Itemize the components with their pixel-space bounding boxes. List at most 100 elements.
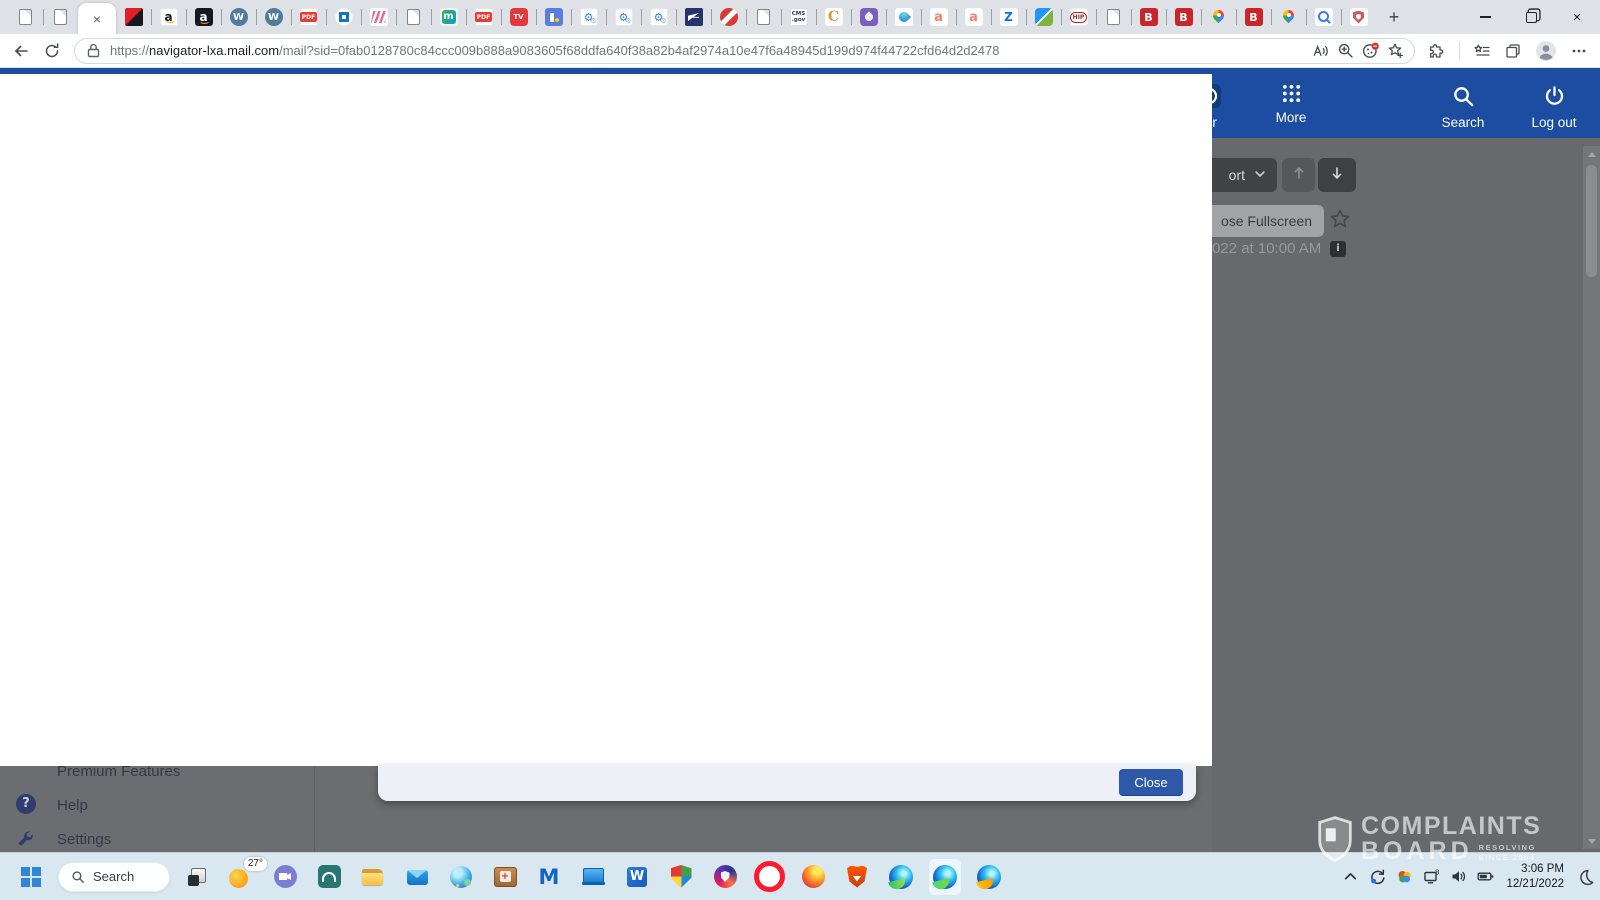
browser-tab[interactable] [396, 0, 431, 34]
taskbar-avg[interactable] [664, 858, 698, 896]
taskbar-search[interactable]: Search [58, 862, 170, 892]
taskbar-task-view[interactable] [180, 858, 214, 896]
browser-tab[interactable] [1061, 0, 1096, 34]
browser-tab[interactable] [431, 0, 466, 34]
browser-tab[interactable] [186, 0, 221, 34]
back-icon[interactable] [12, 42, 30, 60]
taskbar-edge[interactable] [928, 858, 962, 896]
zoom-icon[interactable] [1337, 42, 1354, 59]
sidebar-item-settings[interactable]: Settings [57, 831, 111, 848]
browser-tab[interactable] [326, 0, 361, 34]
taskbar-teams[interactable] [268, 858, 302, 896]
page-scrollbar[interactable] [1583, 146, 1600, 849]
profile-avatar[interactable] [1535, 40, 1557, 62]
browser-tab-active[interactable]: × [78, 3, 116, 34]
browser-tab[interactable] [1096, 0, 1131, 34]
taskbar-medkit-game[interactable] [488, 858, 522, 896]
browser-tab[interactable] [641, 0, 676, 34]
taskbar-file-explorer[interactable] [356, 858, 390, 896]
browser-tab[interactable] [8, 0, 43, 34]
browser-tab[interactable] [956, 0, 991, 34]
taskbar-privacy-browser[interactable] [708, 858, 742, 896]
url-text[interactable]: https://navigator-lxa.mail.com/mail?sid=… [110, 43, 1304, 58]
taskbar-start[interactable] [14, 858, 48, 896]
browser-tab[interactable] [921, 0, 956, 34]
tray-sync-icon[interactable] [1368, 868, 1386, 886]
browser-tab[interactable] [571, 0, 606, 34]
sort-button[interactable]: ort [1212, 158, 1277, 192]
browser-tab[interactable] [816, 0, 851, 34]
nav-item-search[interactable]: Search [1428, 82, 1498, 130]
browser-tab[interactable] [221, 0, 256, 34]
move-down-button[interactable] [1318, 158, 1356, 192]
taskbar-edge-beta[interactable] [884, 858, 918, 896]
browser-tab[interactable] [851, 0, 886, 34]
tab-close-icon[interactable]: × [93, 12, 101, 26]
nav-item-logout[interactable]: Log out [1519, 82, 1589, 130]
star-icon[interactable] [1328, 207, 1352, 231]
tray-speaker-icon[interactable] [1449, 868, 1467, 886]
browser-tab[interactable] [1026, 0, 1061, 34]
add-favorite-icon[interactable] [1387, 42, 1404, 59]
cookie-blocked-icon[interactable] [1362, 42, 1379, 59]
sidebar-item-premium-features[interactable]: Premium Features [57, 766, 180, 780]
close-window-button[interactable]: × [1554, 0, 1600, 34]
nav-item-more[interactable]: More [1256, 82, 1326, 125]
taskbar-firefox[interactable] [796, 858, 830, 896]
taskbar-opera[interactable] [752, 858, 786, 896]
favorites-icon[interactable] [1473, 42, 1491, 60]
browser-tab[interactable] [1306, 0, 1341, 34]
browser-tab[interactable] [256, 0, 291, 34]
moon-icon[interactable] [1576, 867, 1596, 887]
taskbar-podcast-teal[interactable] [312, 858, 346, 896]
tray-cast-icon[interactable]: 8 [1422, 868, 1440, 886]
browser-tab[interactable] [1236, 0, 1271, 34]
browser-tab[interactable] [746, 0, 781, 34]
scrollbar-down-icon[interactable] [1583, 833, 1600, 849]
lock-icon[interactable] [85, 42, 102, 59]
restore-button[interactable] [1508, 0, 1554, 34]
read-aloud-icon[interactable] [1312, 42, 1329, 59]
browser-tab[interactable] [1166, 0, 1201, 34]
browser-tab[interactable] [1131, 0, 1166, 34]
address-bar[interactable]: https://navigator-lxa.mail.com/mail?sid=… [74, 38, 1415, 64]
sidebar-item-help[interactable]: Help [57, 797, 88, 814]
browser-tab[interactable] [501, 0, 536, 34]
taskbar-clock[interactable]: 3:06 PM 12/21/2022 [1506, 862, 1564, 891]
collections-icon[interactable] [1504, 42, 1522, 60]
browser-tab[interactable] [361, 0, 396, 34]
taskbar-malwarebytes[interactable] [532, 858, 566, 896]
browser-tab[interactable] [991, 0, 1026, 34]
extensions-icon[interactable] [1428, 42, 1446, 60]
move-up-button[interactable] [1282, 158, 1315, 192]
close-fullscreen-button[interactable]: ose Fullscreen [1212, 205, 1324, 237]
taskbar-edge-canary[interactable] [972, 858, 1006, 896]
close-button[interactable]: Close [1119, 769, 1183, 795]
taskbar-paint-3d[interactable] [444, 858, 478, 896]
browser-tab[interactable] [711, 0, 746, 34]
browser-tab[interactable] [1341, 0, 1376, 34]
browser-tab[interactable] [781, 0, 816, 34]
settings-menu-icon[interactable] [1570, 42, 1588, 60]
tray-chevron-up-icon[interactable] [1341, 868, 1359, 886]
taskbar-weather[interactable]: 27° [224, 858, 258, 896]
tray-battery-icon[interactable] [1476, 868, 1494, 886]
browser-tab[interactable] [291, 0, 326, 34]
browser-tab[interactable] [466, 0, 501, 34]
browser-tab[interactable] [536, 0, 571, 34]
browser-tab[interactable] [43, 0, 78, 34]
new-tab-button[interactable]: + [1380, 3, 1408, 31]
browser-tab[interactable] [886, 0, 921, 34]
taskbar-word[interactable] [620, 858, 654, 896]
scrollbar-up-icon[interactable] [1583, 146, 1600, 162]
browser-tab[interactable] [116, 0, 151, 34]
browser-tab[interactable] [676, 0, 711, 34]
browser-tab[interactable] [1271, 0, 1306, 34]
taskbar-brave[interactable] [840, 858, 874, 896]
browser-tab[interactable] [1201, 0, 1236, 34]
scrollbar-thumb[interactable] [1586, 165, 1597, 277]
tray-onedrive-icon[interactable] [1395, 868, 1413, 886]
refresh-icon[interactable] [43, 42, 61, 60]
taskbar-laptop-app[interactable] [576, 858, 610, 896]
browser-tab[interactable] [151, 0, 186, 34]
